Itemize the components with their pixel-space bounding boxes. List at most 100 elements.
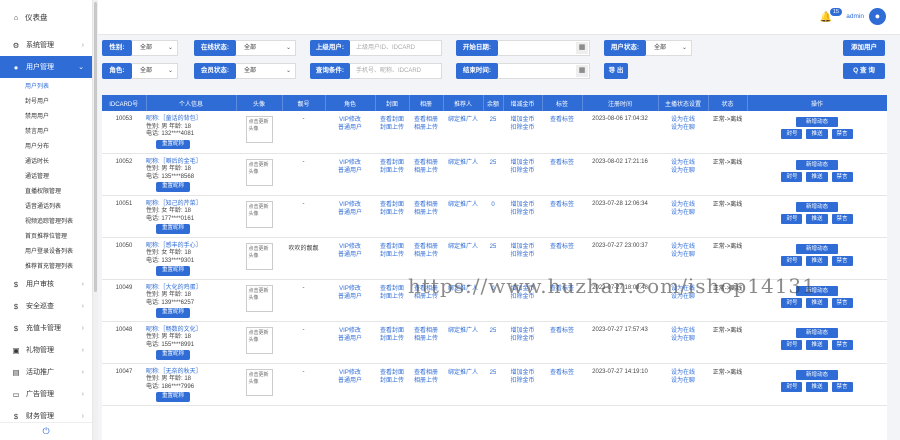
member-select[interactable]: 全部 ⌄ bbox=[236, 63, 296, 79]
set-chatting-link[interactable]: 设为在聊 bbox=[658, 167, 708, 175]
upload-album-link[interactable]: 相册上传 bbox=[409, 209, 443, 217]
view-tag-link[interactable]: 查看标签 bbox=[542, 327, 582, 335]
set-chatting-link[interactable]: 设为在聊 bbox=[658, 251, 708, 259]
view-cover-link[interactable]: 查看封面 bbox=[375, 116, 409, 124]
nickname[interactable]: 昵称:［知己的芹菜］ bbox=[146, 201, 236, 209]
set-chatting-link[interactable]: 设为在聊 bbox=[658, 124, 708, 132]
push-button[interactable]: 推送 bbox=[806, 255, 828, 266]
push-button[interactable]: 推送 bbox=[806, 381, 828, 392]
mute-button[interactable]: 禁言 bbox=[831, 171, 853, 182]
view-album-link[interactable]: 查看相册 bbox=[409, 327, 443, 335]
add-user-button[interactable]: 添加用户 bbox=[843, 40, 885, 56]
set-online-link[interactable]: 设为在线 bbox=[658, 327, 708, 335]
deduct-coin-link[interactable]: 扣除金币 bbox=[503, 167, 542, 175]
vip-edit-link[interactable]: VIP修改 bbox=[325, 369, 375, 377]
view-tag-link[interactable]: 查看标签 bbox=[542, 159, 582, 167]
upload-cover-link[interactable]: 封面上传 bbox=[375, 124, 409, 132]
gender-select[interactable]: 全部 ⌄ bbox=[132, 40, 178, 56]
reset-nickname-button[interactable]: 重置昵称 bbox=[156, 392, 191, 402]
calendar-icon[interactable]: ▦ bbox=[576, 65, 588, 77]
sidebar-subitem[interactable]: 禁用用户 bbox=[0, 108, 92, 123]
view-tag-link[interactable]: 查看标签 bbox=[542, 243, 582, 251]
sidebar-item[interactable]: ▣ 礼物管理 › bbox=[0, 339, 92, 361]
upload-album-link[interactable]: 相册上传 bbox=[409, 124, 443, 132]
view-tag-link[interactable]: 查看标签 bbox=[542, 369, 582, 377]
add-dynamic-button[interactable]: 新增动态 bbox=[795, 243, 838, 254]
search-button[interactable]: Q 查 询 bbox=[843, 63, 885, 79]
vip-edit-link[interactable]: VIP修改 bbox=[325, 201, 375, 209]
sidebar-subitem[interactable]: 禁言用户 bbox=[0, 123, 92, 138]
end-date-input[interactable]: ▦ bbox=[498, 63, 590, 79]
mute-button[interactable]: 禁言 bbox=[831, 129, 853, 139]
sidebar-subitem[interactable]: 视频追踪管理列表 bbox=[0, 213, 92, 228]
ban-button[interactable]: 封号 bbox=[781, 297, 803, 308]
upload-cover-link[interactable]: 封面上传 bbox=[375, 377, 409, 385]
nickname[interactable]: 昵称:［畅数的文化］ bbox=[146, 327, 236, 335]
avatar-upload[interactable]: 点击更新头像 bbox=[245, 116, 273, 143]
upload-cover-link[interactable]: 封面上传 bbox=[375, 167, 409, 175]
sidebar-item[interactable]: $ 安全巡查 › bbox=[0, 295, 92, 317]
nickname[interactable]: 昵称:［无奈的秋天］ bbox=[146, 369, 236, 377]
username[interactable]: admin bbox=[846, 13, 864, 20]
parent-user-input[interactable]: 上级用户ID、IDCARD bbox=[350, 40, 442, 56]
view-cover-link[interactable]: 查看封面 bbox=[375, 285, 409, 293]
sidebar-item[interactable]: ▭ 广告管理 › bbox=[0, 383, 92, 405]
set-online-link[interactable]: 设为在线 bbox=[658, 201, 708, 209]
sidebar-subitem[interactable]: 推荐首充管理列表 bbox=[0, 258, 92, 273]
ban-button[interactable]: 封号 bbox=[781, 381, 803, 392]
set-online-link[interactable]: 设为在线 bbox=[658, 243, 708, 251]
nickname[interactable]: 昵称:［大化的鸡蛋］ bbox=[146, 285, 236, 293]
bind-referrer-link[interactable]: 绑定推广人 bbox=[443, 159, 483, 167]
vip-edit-link[interactable]: VIP修改 bbox=[325, 116, 375, 124]
sidebar-subitem[interactable]: 用户列表 bbox=[0, 78, 92, 93]
ban-button[interactable]: 封号 bbox=[781, 129, 803, 139]
view-cover-link[interactable]: 查看封面 bbox=[375, 243, 409, 251]
export-button[interactable]: 导 出 bbox=[604, 63, 628, 79]
upload-album-link[interactable]: 相册上传 bbox=[409, 251, 443, 259]
add-coin-link[interactable]: 增加金币 bbox=[503, 201, 542, 209]
sidebar-subitem[interactable]: 封号用户 bbox=[0, 93, 92, 108]
mute-button[interactable]: 禁言 bbox=[831, 297, 853, 308]
mute-button[interactable]: 禁言 bbox=[831, 255, 853, 266]
role-select[interactable]: 全部 ⌄ bbox=[132, 63, 178, 79]
avatar-upload[interactable]: 点击更新头像 bbox=[245, 158, 273, 186]
vip-edit-link[interactable]: VIP修改 bbox=[325, 243, 375, 251]
sidebar-subitem[interactable]: 首页推荐位管理 bbox=[0, 228, 92, 243]
view-album-link[interactable]: 查看相册 bbox=[409, 159, 443, 167]
view-album-link[interactable]: 查看相册 bbox=[409, 116, 443, 124]
avatar[interactable]: ● bbox=[869, 8, 886, 25]
set-chatting-link[interactable]: 设为在聊 bbox=[658, 209, 708, 217]
avatar-upload[interactable]: 点击更新头像 bbox=[245, 242, 273, 270]
vip-edit-link[interactable]: VIP修改 bbox=[325, 159, 375, 167]
avatar-upload[interactable]: 点击更新头像 bbox=[245, 284, 273, 312]
view-album-link[interactable]: 查看相册 bbox=[409, 201, 443, 209]
push-button[interactable]: 推送 bbox=[806, 171, 828, 182]
push-button[interactable]: 推送 bbox=[806, 297, 828, 308]
view-album-link[interactable]: 查看相册 bbox=[409, 369, 443, 377]
upload-album-link[interactable]: 相册上传 bbox=[409, 167, 443, 175]
reset-nickname-button[interactable]: 重置昵称 bbox=[156, 139, 191, 149]
power-icon[interactable]: ⏻ bbox=[0, 422, 92, 440]
ban-button[interactable]: 封号 bbox=[781, 171, 803, 182]
avatar-upload[interactable]: 点击更新头像 bbox=[245, 200, 273, 228]
vip-edit-link[interactable]: VIP修改 bbox=[325, 285, 375, 293]
view-cover-link[interactable]: 查看封面 bbox=[375, 327, 409, 335]
sidebar-item[interactable]: $ 用户审核 › bbox=[0, 273, 92, 295]
add-coin-link[interactable]: 增加金币 bbox=[503, 159, 542, 167]
calendar-icon[interactable]: ▦ bbox=[576, 42, 588, 54]
mute-button[interactable]: 禁言 bbox=[831, 339, 853, 350]
push-button[interactable]: 推送 bbox=[806, 213, 828, 224]
add-coin-link[interactable]: 增加金币 bbox=[503, 116, 542, 124]
add-dynamic-button[interactable]: 新增动态 bbox=[795, 327, 838, 338]
set-chatting-link[interactable]: 设为在聊 bbox=[658, 377, 708, 385]
nickname[interactable]: 昵称:［感丰的手心］ bbox=[146, 243, 236, 251]
sidebar-subitem[interactable]: 直播权限管理 bbox=[0, 183, 92, 198]
upload-cover-link[interactable]: 封面上传 bbox=[375, 293, 409, 301]
query-input[interactable]: 手机号、昵称、IDCARD bbox=[350, 63, 442, 79]
avatar-upload[interactable]: 点击更新头像 bbox=[245, 326, 273, 354]
sidebar-subitem[interactable]: 通话管理 bbox=[0, 168, 92, 183]
upload-cover-link[interactable]: 封面上传 bbox=[375, 209, 409, 217]
scrollbar-thumb[interactable] bbox=[94, 2, 97, 292]
add-coin-link[interactable]: 增加金币 bbox=[503, 243, 542, 251]
reset-nickname-button[interactable]: 重置昵称 bbox=[156, 224, 191, 234]
